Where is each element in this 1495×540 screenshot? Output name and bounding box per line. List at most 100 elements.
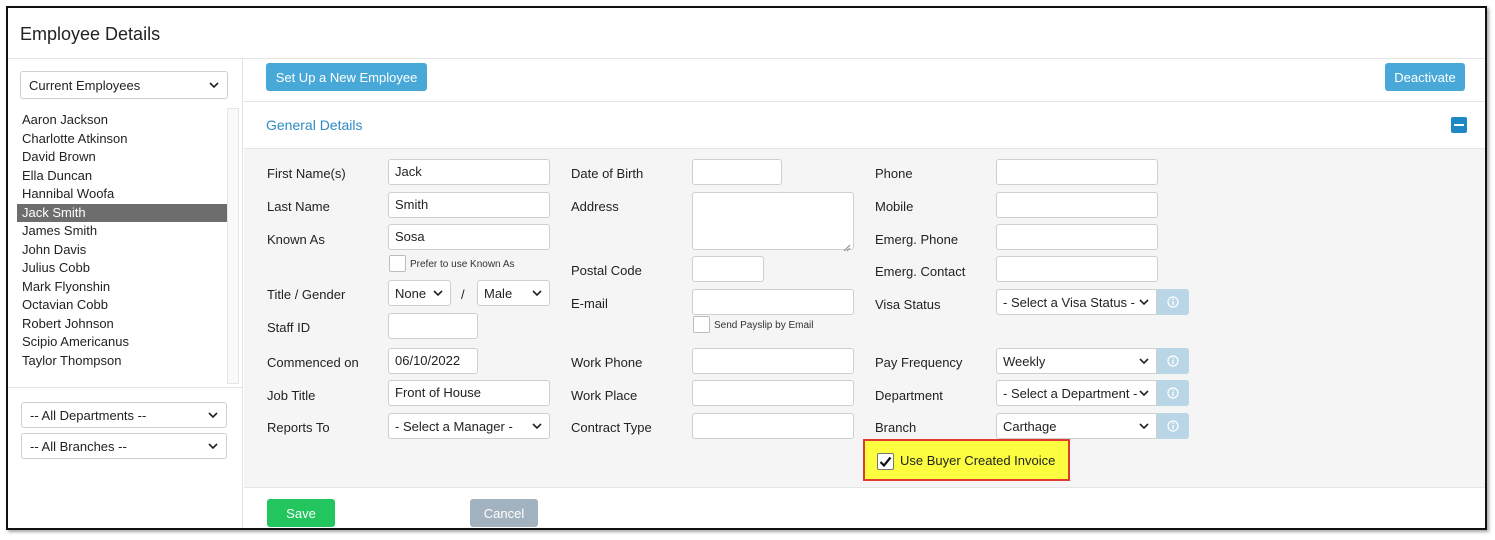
buyer-created-invoice-checkbox[interactable]	[877, 453, 894, 470]
department-select[interactable]: - Select a Department -	[996, 380, 1157, 406]
last-name-label: Last Name	[267, 199, 330, 214]
contract-type-input[interactable]	[692, 413, 854, 439]
visa-status-info-icon[interactable]	[1157, 289, 1189, 315]
employee-list-scrollbar[interactable]	[227, 108, 239, 384]
employee-list-item[interactable]: Octavian Cobb	[17, 296, 227, 315]
chevron-down-icon	[532, 421, 542, 431]
gender-select[interactable]: Male	[477, 280, 550, 306]
pay-frequency-value: Weekly	[1003, 353, 1046, 369]
employee-list-item[interactable]: Aaron Jackson	[17, 111, 227, 130]
employee-filter-value: Current Employees	[29, 77, 141, 93]
general-details-form: First Name(s) Jack Last Name Smith Known…	[244, 148, 1485, 488]
first-name-input[interactable]: Jack	[388, 159, 550, 185]
known-as-label: Known As	[267, 232, 325, 247]
branch-select[interactable]: Carthage	[996, 413, 1157, 439]
employee-list-item[interactable]: Charlotte Atkinson	[17, 130, 227, 149]
chevron-down-icon	[1139, 356, 1149, 366]
email-label: E-mail	[571, 296, 608, 311]
pay-frequency-info-icon[interactable]	[1157, 348, 1189, 374]
employee-list-item[interactable]: Scipio Americanus	[17, 333, 227, 352]
section-title: General Details	[266, 117, 363, 133]
job-title-input[interactable]: Front of House	[388, 380, 550, 406]
emerg-phone-label: Emerg. Phone	[875, 232, 959, 247]
checkmark-icon	[879, 456, 892, 468]
visa-status-value: - Select a Visa Status -	[1003, 294, 1135, 310]
employee-list-item[interactable]: Taylor Thompson	[17, 352, 227, 371]
reports-to-label: Reports To	[267, 420, 330, 435]
work-phone-label: Work Phone	[571, 355, 643, 370]
buyer-created-invoice-highlight: Use Buyer Created Invoice	[863, 439, 1070, 481]
employee-list-item[interactable]: Jack Smith	[17, 203, 227, 222]
reports-to-value: - Select a Manager -	[395, 418, 513, 434]
collapse-icon[interactable]	[1451, 117, 1467, 133]
prefer-known-as-label: Prefer to use Known As	[410, 259, 515, 270]
address-label: Address	[571, 199, 619, 214]
employee-list-item[interactable]: Robert Johnson	[17, 315, 227, 334]
title-select[interactable]: None	[388, 280, 451, 306]
gender-select-value: Male	[484, 285, 513, 301]
chevron-down-icon	[208, 441, 218, 451]
employee-list-item[interactable]: James Smith	[17, 222, 227, 241]
prefer-known-as-checkbox[interactable]	[389, 255, 406, 272]
email-input[interactable]	[692, 289, 854, 315]
emerg-contact-input[interactable]	[996, 256, 1158, 282]
work-place-input[interactable]	[692, 380, 854, 406]
title-gender-label: Title / Gender	[267, 287, 346, 302]
staff-id-label: Staff ID	[267, 320, 311, 335]
chevron-down-icon	[1139, 421, 1149, 431]
employee-details-window: Employee Details Current Employees Aaron…	[6, 6, 1487, 530]
pay-frequency-label: Pay Frequency	[875, 355, 963, 370]
buyer-created-invoice-label: Use Buyer Created Invoice	[900, 453, 1056, 468]
sidebar-divider	[8, 387, 242, 388]
employee-list-item[interactable]: Hannibal Woofa	[17, 185, 227, 204]
date-of-birth-input[interactable]	[692, 159, 782, 185]
postal-code-label: Postal Code	[571, 263, 642, 278]
title-select-value: None	[395, 285, 427, 301]
work-phone-input[interactable]	[692, 348, 854, 374]
department-filter-value: -- All Departments --	[30, 407, 147, 423]
address-textarea[interactable]	[692, 192, 854, 252]
chevron-down-icon	[532, 288, 542, 298]
contract-type-label: Contract Type	[571, 420, 652, 435]
phone-label: Phone	[875, 166, 913, 181]
last-name-input[interactable]: Smith	[388, 192, 550, 218]
mobile-input[interactable]	[996, 192, 1158, 218]
reports-to-select[interactable]: - Select a Manager -	[388, 413, 550, 439]
employee-sidebar: Current Employees Aaron Jackson Charlotte…	[8, 59, 243, 528]
chevron-down-icon	[433, 288, 443, 298]
chevron-down-icon	[1139, 388, 1149, 398]
save-button[interactable]: Save	[267, 499, 335, 527]
employee-list: Aaron Jackson Charlotte Atkinson David Bro…	[17, 111, 227, 387]
department-value: - Select a Department -	[1003, 385, 1138, 401]
employee-list-item[interactable]: Mark Flyonshin	[17, 278, 227, 297]
send-payslip-label: Send Payslip by Email	[714, 320, 814, 331]
employee-list-item[interactable]: Ella Duncan	[17, 167, 227, 186]
new-employee-button[interactable]: Set Up a New Employee	[266, 63, 427, 91]
branch-filter-select[interactable]: -- All Branches --	[21, 433, 227, 459]
first-name-label: First Name(s)	[267, 166, 346, 181]
employee-detail-panel: Set Up a New Employee Deactivate General…	[244, 59, 1485, 528]
branch-label: Branch	[875, 420, 917, 435]
commenced-on-input[interactable]: 06/10/2022	[388, 348, 478, 374]
staff-id-input[interactable]	[388, 313, 478, 339]
resize-grip-icon[interactable]	[843, 239, 851, 252]
department-filter-select[interactable]: -- All Departments --	[21, 402, 227, 428]
cancel-button[interactable]: Cancel	[470, 499, 538, 527]
deactivate-button[interactable]: Deactivate	[1385, 63, 1465, 91]
visa-status-select[interactable]: - Select a Visa Status -	[996, 289, 1157, 315]
branch-info-icon[interactable]	[1157, 413, 1189, 439]
employee-list-item[interactable]: David Brown	[17, 148, 227, 167]
postal-code-input[interactable]	[692, 256, 764, 282]
chevron-down-icon	[1139, 297, 1149, 307]
phone-input[interactable]	[996, 159, 1158, 185]
emerg-phone-input[interactable]	[996, 224, 1158, 250]
title-gender-separator: /	[461, 287, 465, 302]
employee-list-item[interactable]: John Davis	[17, 241, 227, 260]
employee-list-item[interactable]: Julius Cobb	[17, 259, 227, 278]
pay-frequency-select[interactable]: Weekly	[996, 348, 1157, 374]
employee-filter-select[interactable]: Current Employees	[20, 71, 228, 99]
section-header[interactable]: General Details	[244, 102, 1485, 148]
known-as-input[interactable]: Sosa	[388, 224, 550, 250]
department-info-icon[interactable]	[1157, 380, 1189, 406]
send-payslip-checkbox[interactable]	[693, 316, 710, 333]
